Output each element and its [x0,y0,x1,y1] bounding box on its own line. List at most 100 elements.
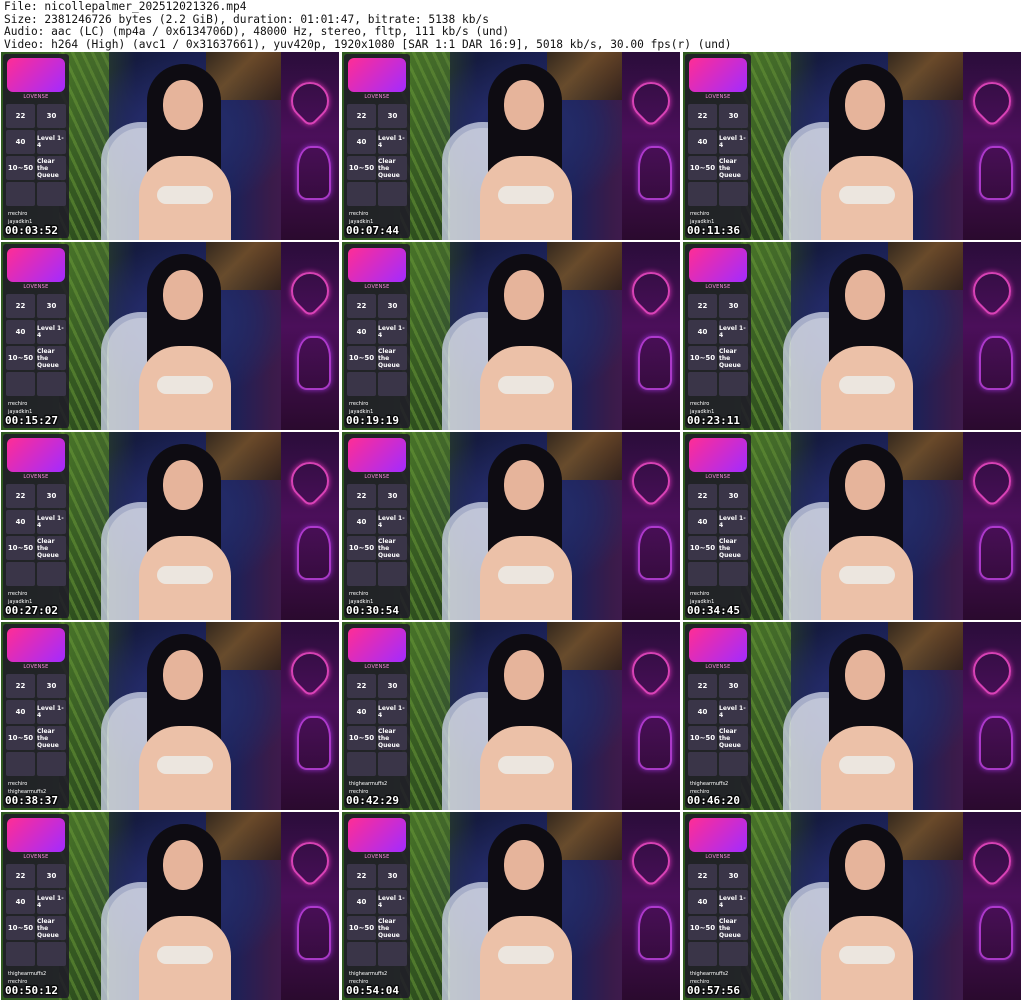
tip-menu-cell: 22 [6,484,35,508]
stream-overlay-panel: LOVENSE 22 30 40 Level 1-4 10~50 Clear the Qu… [3,434,69,618]
timestamp: 00:34:45 [687,604,740,617]
overlay-brand: LOVENSE [705,854,731,860]
tip-menu-cell: 30 [378,104,407,128]
neon-wall [963,432,1021,620]
stream-overlay-panel: LOVENSE 22 30 40 Level 1-4 10~50 Clear the Qu… [344,244,410,428]
video-thumbnail[interactable]: LOVENSE 22 30 40 Level 1-4 10~50 Clear the Qu… [342,622,680,810]
tip-menu-cell: 10~50 [688,346,717,370]
heart-neon-icon [965,264,1019,318]
tip-menu-cell: Level 1-4 [719,700,748,724]
video-thumbnail[interactable]: LOVENSE 22 30 40 Level 1-4 10~50 Clear the Qu… [683,52,1021,240]
video-thumbnail[interactable]: LOVENSE 22 30 40 Level 1-4 10~50 Clear the Qu… [1,242,339,430]
timestamp: 00:07:44 [346,224,399,237]
heart-neon-icon [965,834,1019,888]
tip-menu-cell [347,752,376,776]
tipper-row: thighearmuffs2 [347,780,407,788]
tip-menu-cell: 30 [719,104,748,128]
tip-menu-cell [6,562,35,586]
tip-menu-cell [378,182,407,206]
tip-menu-cell: Level 1-4 [378,890,407,914]
heart-neon-icon [283,74,337,128]
video-thumbnail[interactable]: LOVENSE 22 30 40 Level 1-4 10~50 Clear the Qu… [1,622,339,810]
lovense-logo [689,58,747,92]
lovense-logo [689,628,747,662]
video-thumbnail[interactable]: LOVENSE 22 30 40 Level 1-4 10~50 Clear the Qu… [1,812,339,1000]
tip-menu-cell: 40 [347,510,376,534]
person [811,634,921,810]
heart-neon-icon [965,644,1019,698]
neon-wall [622,242,680,430]
tip-menu-cell: 40 [6,510,35,534]
video-thumbnail[interactable]: LOVENSE 22 30 40 Level 1-4 10~50 Clear the Qu… [342,812,680,1000]
tip-menu-cell [719,372,748,396]
lovense-logo [348,248,406,282]
tip-menu-cell: Level 1-4 [37,130,66,154]
video-thumbnail[interactable]: LOVENSE 22 30 40 Level 1-4 10~50 Clear the Qu… [1,52,339,240]
overlay-brand: LOVENSE [364,94,390,100]
stream-overlay-panel: LOVENSE 22 30 40 Level 1-4 10~50 Clear the Qu… [344,814,410,998]
lovense-logo [7,818,65,852]
timestamp: 00:46:20 [687,794,740,807]
tip-menu-cell: 22 [6,104,35,128]
tip-menu-cell: 30 [378,674,407,698]
video-thumbnail[interactable]: LOVENSE 22 30 40 Level 1-4 10~50 Clear the Qu… [683,812,1021,1000]
tip-menu-cell: Level 1-4 [719,320,748,344]
video-thumbnail[interactable]: LOVENSE 22 30 40 Level 1-4 10~50 Clear the Qu… [342,432,680,620]
tipper-name: rrechiro [8,781,28,787]
tipper-row: thighearmuffs2 [6,970,66,978]
tipper-name: thighearmuffs2 [690,971,729,977]
tip-menu-cell: 22 [347,484,376,508]
tip-menu-cell: 10~50 [688,726,717,750]
tip-menu-cell: 10~50 [6,536,35,560]
tip-menu-cell: 30 [37,674,66,698]
bunny-neon-icon [638,336,672,390]
heart-neon-icon [624,454,678,508]
neon-wall [963,812,1021,1000]
tip-menu-cell: 22 [688,484,717,508]
tip-menu-cell: 40 [6,700,35,724]
tip-menu-cell [378,752,407,776]
tip-menu-cell [688,182,717,206]
tipper-row: thighearmuffs2 [688,780,748,788]
tip-menu-cell: 10~50 [6,916,35,940]
tip-menu-cell: Level 1-4 [378,700,407,724]
neon-wall [281,432,339,620]
heart-neon-icon [283,264,337,318]
neon-wall [622,432,680,620]
tip-menu-cell [688,372,717,396]
tip-menu-cell [37,182,66,206]
tipper-name: rrechiro [690,211,710,217]
video-thumbnail[interactable]: LOVENSE 22 30 40 Level 1-4 10~50 Clear the Qu… [683,242,1021,430]
tip-menu-cell [6,372,35,396]
video-thumbnail[interactable]: LOVENSE 22 30 40 Level 1-4 10~50 Clear the Qu… [1,432,339,620]
video-thumbnail[interactable]: LOVENSE 22 30 40 Level 1-4 10~50 Clear the Qu… [683,622,1021,810]
video-thumbnail[interactable]: LOVENSE 22 30 40 Level 1-4 10~50 Clear the Qu… [683,432,1021,620]
tip-menu-cell: Level 1-4 [37,510,66,534]
tip-menu-cell: 10~50 [688,156,717,180]
tip-menu-cell [37,372,66,396]
tip-menu: 22 30 40 Level 1-4 10~50 Clear the Queue [6,104,66,206]
overlay-brand: LOVENSE [23,474,49,480]
timestamp: 00:50:12 [5,984,58,997]
person [129,824,239,1000]
tip-menu-cell: 22 [347,674,376,698]
timestamp: 00:11:36 [687,224,740,237]
stream-overlay-panel: LOVENSE 22 30 40 Level 1-4 10~50 Clear the Qu… [344,624,410,808]
tip-menu-cell: 40 [688,320,717,344]
tip-menu-cell: 22 [688,674,717,698]
video-thumbnail[interactable]: LOVENSE 22 30 40 Level 1-4 10~50 Clear the Qu… [342,52,680,240]
timestamp: 00:30:54 [346,604,399,617]
heart-neon-icon [283,454,337,508]
tipper-row: rrechiro [6,590,66,598]
neon-wall [622,52,680,240]
video-thumbnail[interactable]: LOVENSE 22 30 40 Level 1-4 10~50 Clear the Qu… [342,242,680,430]
heart-neon-icon [283,644,337,698]
person [811,254,921,430]
tip-menu-cell: Level 1-4 [37,700,66,724]
tip-menu-cell [347,182,376,206]
lovense-logo [348,438,406,472]
person [470,254,580,430]
neon-wall [281,812,339,1000]
file-info-header: File: nicollepalmer_202512021326.mp4 Siz… [4,0,1020,51]
lovense-logo [348,628,406,662]
